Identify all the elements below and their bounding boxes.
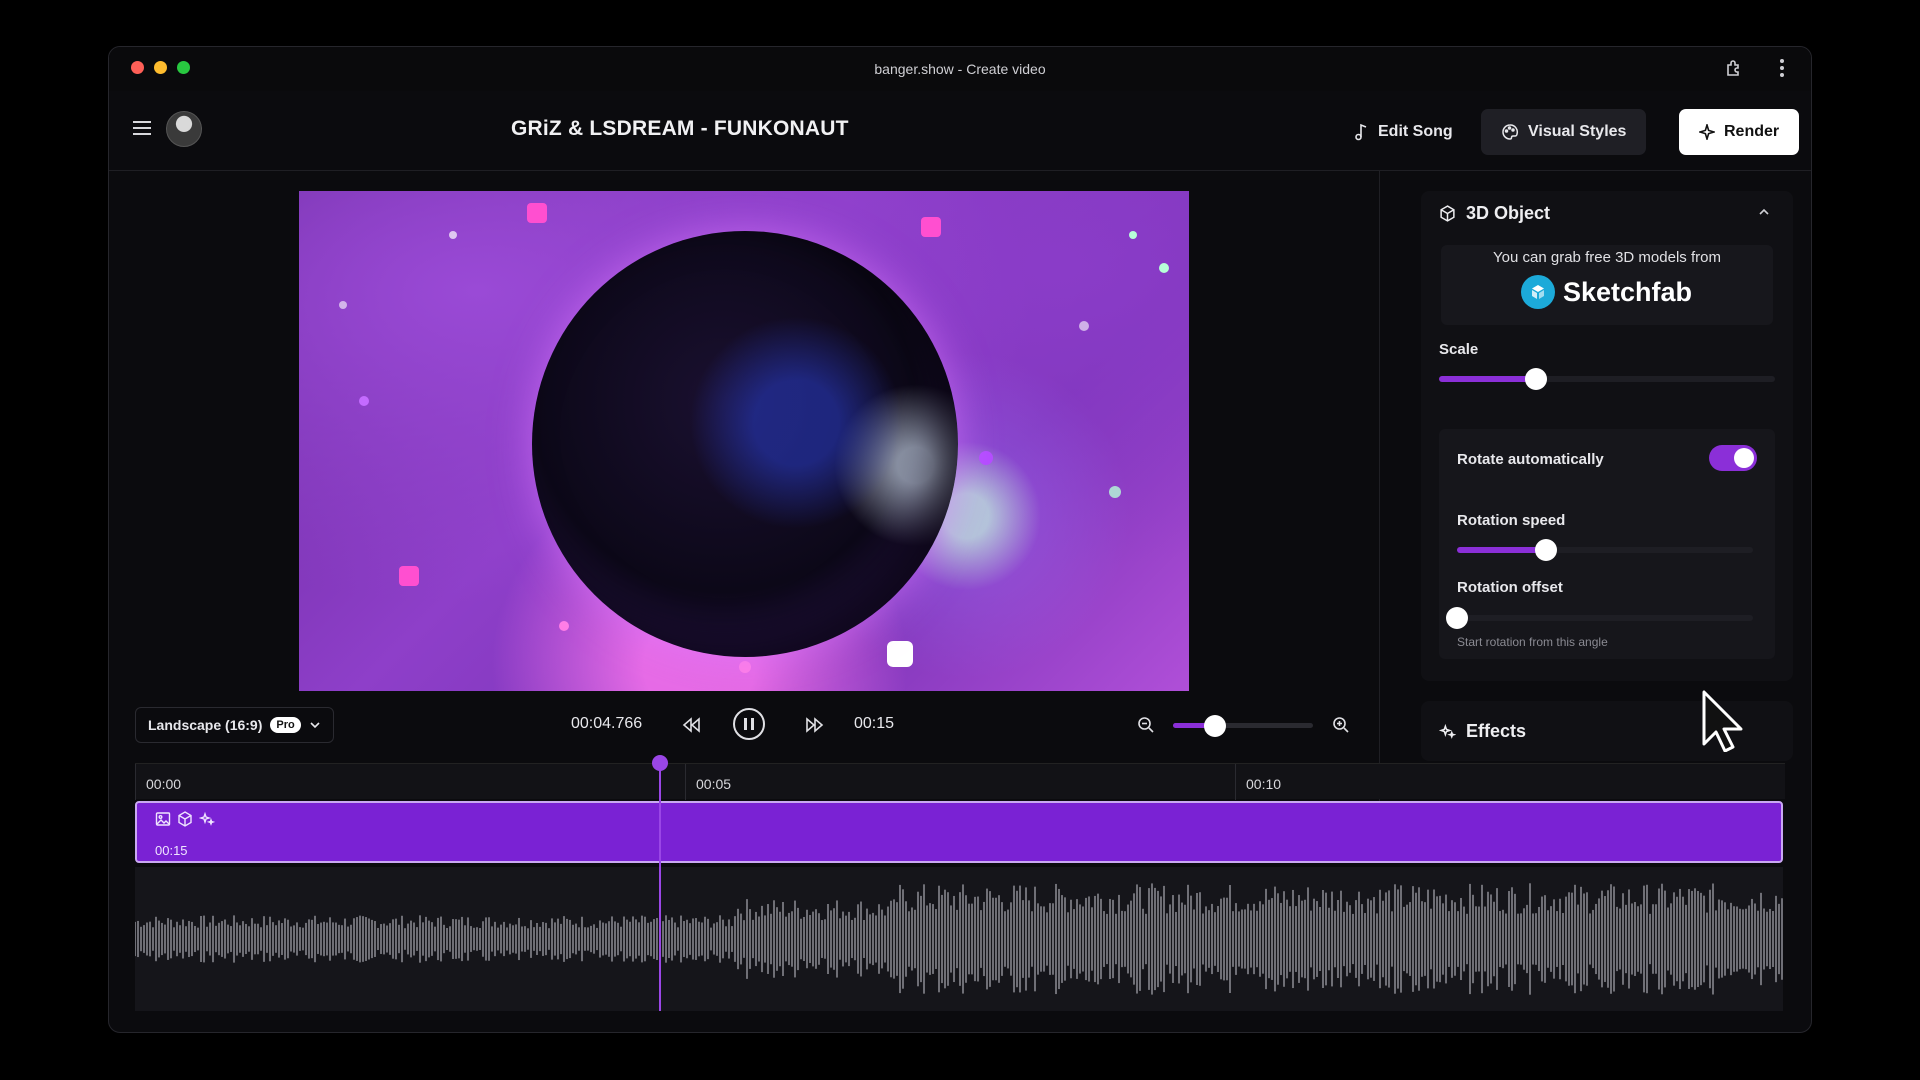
- render-label: Render: [1724, 123, 1780, 140]
- rotation-offset-hint: Start rotation from this angle: [1457, 635, 1608, 649]
- image-icon: [155, 812, 171, 826]
- ruler-tick: 00:10: [1235, 764, 1281, 800]
- rotation-settings: Rotate automatically Rotation speed Rota…: [1439, 429, 1775, 659]
- user-avatar[interactable]: [166, 111, 202, 147]
- chevron-up-icon[interactable]: [1757, 205, 1771, 219]
- window-controls: [131, 61, 190, 74]
- pro-badge: Pro: [270, 717, 301, 733]
- zoom-slider[interactable]: [1173, 715, 1313, 737]
- window-title: banger.show - Create video: [874, 61, 1046, 77]
- sketchfab-logo-icon: [1521, 275, 1555, 309]
- clip-duration: 00:15: [155, 843, 188, 858]
- ruler-tick: 00:05: [685, 764, 731, 800]
- visual-styles-button[interactable]: Visual Styles: [1481, 109, 1647, 155]
- chevron-down-icon: [310, 722, 320, 729]
- song-title: GRiZ & LSDREAM - FUNKONAUT: [511, 117, 849, 140]
- grab-models-text: You can grab free 3D models from: [1493, 249, 1721, 266]
- palette-icon: [1502, 124, 1519, 140]
- more-vertical-icon[interactable]: [1769, 55, 1795, 81]
- mouse-cursor-icon: [1702, 690, 1743, 752]
- rotation-offset-label: Rotation offset: [1457, 579, 1563, 596]
- panel-title: 3D Object: [1466, 203, 1551, 223]
- edit-song-button[interactable]: Edit Song: [1333, 109, 1473, 155]
- render-button[interactable]: Render: [1679, 109, 1800, 155]
- rotate-automatically-toggle[interactable]: [1709, 445, 1757, 471]
- 3d-sphere-object: [532, 231, 958, 657]
- current-time: 00:04.766: [571, 715, 643, 732]
- 3d-object-panel: 3D Object You can grab free 3D models fr…: [1421, 191, 1793, 681]
- effects-title: Effects: [1466, 721, 1527, 741]
- zoom-out-icon[interactable]: [1132, 711, 1160, 739]
- zoom-slider-thumb[interactable]: [1204, 715, 1226, 737]
- rewind-icon[interactable]: [677, 711, 705, 739]
- settings-sidebar: 3D Object You can grab free 3D models fr…: [1399, 171, 1811, 1031]
- playhead[interactable]: [659, 761, 662, 1011]
- hamburger-menu-icon[interactable]: [131, 117, 155, 141]
- app-header: GRiZ & LSDREAM - FUNKONAUT Edit Song Vis…: [109, 91, 1811, 171]
- scale-slider[interactable]: [1439, 368, 1775, 390]
- sparkles-icon: [199, 811, 215, 826]
- rotation-speed-slider-thumb[interactable]: [1534, 539, 1557, 561]
- playback-controls: Landscape (16:9) Pro 00:04.766 00:15: [109, 707, 1379, 755]
- close-window-button[interactable]: [131, 61, 144, 74]
- sparkle-icon: [1699, 124, 1715, 140]
- maximize-window-button[interactable]: [177, 61, 190, 74]
- minimize-window-button[interactable]: [154, 61, 167, 74]
- rotation-offset-slider-thumb[interactable]: [1446, 607, 1468, 629]
- cube-icon: [178, 811, 192, 827]
- zoom-in-icon[interactable]: [1327, 711, 1355, 739]
- video-preview[interactable]: [299, 191, 1189, 691]
- rotation-offset-slider[interactable]: [1446, 607, 1753, 629]
- aspect-ratio-select[interactable]: Landscape (16:9) Pro: [135, 707, 334, 743]
- visual-styles-label: Visual Styles: [1528, 123, 1627, 140]
- app-window: banger.show - Create video GRiZ & LSDREA…: [108, 46, 1812, 1033]
- sparkles-icon: [1439, 723, 1456, 739]
- rotation-speed-label: Rotation speed: [1457, 512, 1566, 529]
- pause-button[interactable]: [733, 708, 765, 740]
- rotation-speed-slider[interactable]: [1457, 539, 1753, 561]
- pause-icon: [744, 718, 754, 730]
- edit-song-label: Edit Song: [1378, 123, 1453, 140]
- music-note-icon: [1355, 123, 1367, 141]
- title-bar: banger.show - Create video: [109, 47, 1811, 91]
- scale-slider-thumb[interactable]: [1525, 368, 1548, 390]
- sketchfab-brand: Sketchfab: [1563, 276, 1693, 307]
- ruler-tick: 00:00: [135, 764, 181, 800]
- aspect-ratio-value: Landscape (16:9): [148, 717, 263, 733]
- cube-icon: [1440, 205, 1455, 222]
- rotate-automatically-label: Rotate automatically: [1457, 451, 1604, 468]
- fast-forward-icon[interactable]: [801, 711, 829, 739]
- scale-label: Scale: [1439, 341, 1479, 358]
- extensions-icon[interactable]: [1721, 55, 1747, 81]
- end-time: 00:15: [854, 715, 895, 732]
- sketchfab-link[interactable]: You can grab free 3D models from Sketchf…: [1441, 245, 1773, 325]
